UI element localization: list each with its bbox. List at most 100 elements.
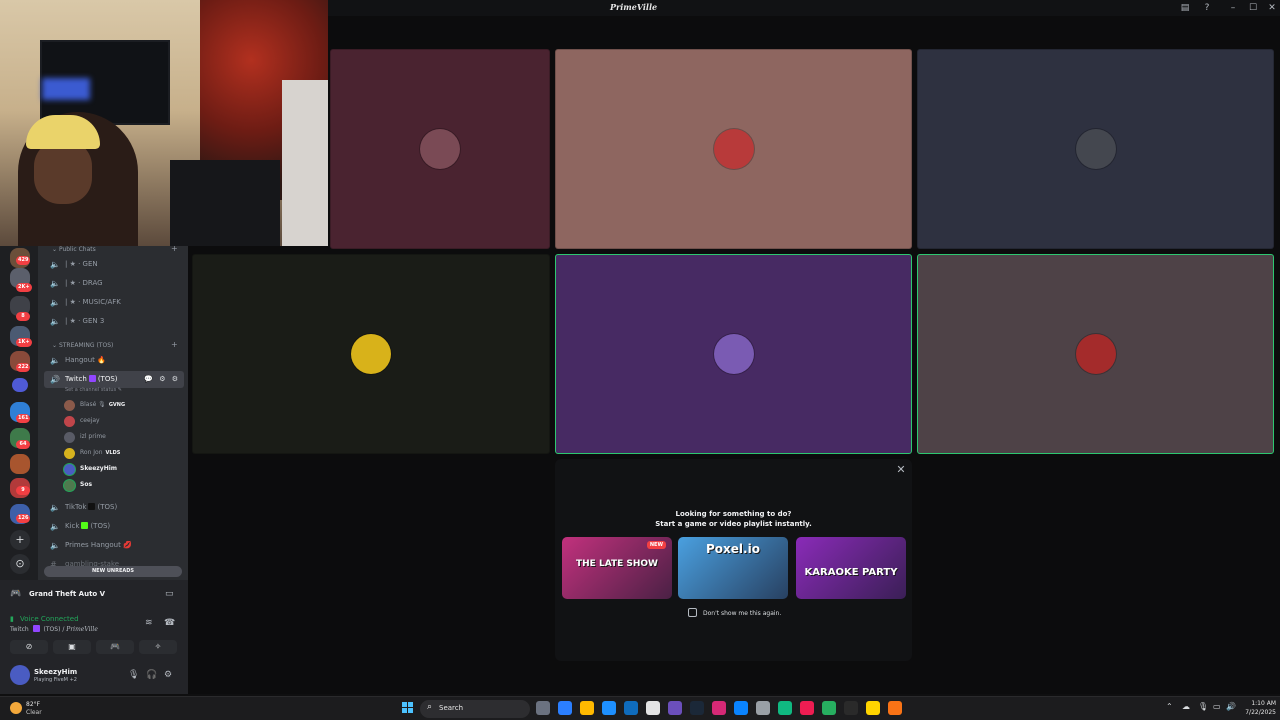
unread-badge: 222 [16, 363, 31, 372]
avatar [64, 464, 75, 475]
taskbar-app-icon[interactable] [888, 701, 902, 715]
taskbar-app-icon[interactable] [866, 701, 880, 715]
channel-status[interactable]: Set a channel status ✎ [65, 387, 122, 393]
desk [170, 160, 280, 246]
volume-icon[interactable]: 🔊 [1226, 702, 1236, 711]
game-overlay-icon[interactable]: ▭ [165, 589, 174, 599]
taskbar-app-icon[interactable] [800, 701, 814, 715]
weather-icon [10, 702, 22, 714]
add-server-icon[interactable]: + [10, 530, 30, 550]
channel-hangout[interactable]: 🔈 Hangout 🔥 [44, 352, 184, 369]
checkbox[interactable] [688, 608, 697, 617]
taskbar-search[interactable]: ⌕ Search [420, 700, 530, 718]
activity-card-late-show[interactable]: THE LATE SHOW NEW [562, 537, 672, 599]
taskbar-app-icon[interactable] [580, 701, 594, 715]
screen-share-button[interactable]: ▣ [53, 640, 91, 654]
avatar [64, 448, 75, 459]
taskbar-app-icon[interactable] [690, 701, 704, 715]
chair [282, 80, 328, 246]
channel-primes-hangout[interactable]: 🔈 Primes Hangout 💋 [44, 537, 184, 554]
taskbar-app-icon[interactable] [668, 701, 682, 715]
noise-suppression-icon[interactable]: ≋ [145, 618, 153, 628]
category-public-chats[interactable]: ⌄ Public Chats [52, 246, 96, 253]
voice-member[interactable]: Blasé 🎙 GVNG [64, 398, 125, 412]
taskbar-app-icon[interactable] [822, 701, 836, 715]
taskbar-app-icon[interactable] [602, 701, 616, 715]
taskbar-app-icon[interactable] [734, 701, 748, 715]
taskbar-app-icon[interactable] [646, 701, 660, 715]
activity-card-poxel[interactable]: Poxel.io [678, 537, 788, 599]
popup-subheading: Start a game or video playlist instantly… [655, 520, 812, 528]
taskbar-app-icon[interactable] [558, 701, 572, 715]
system-clock[interactable]: 1:10 AM 7/22/2025 [1240, 699, 1276, 717]
channel-gen[interactable]: 🔈 | ★ · GEN [44, 256, 184, 273]
channel-music-afk[interactable]: 🔈 | ★ · MUSIC/AFK [44, 294, 184, 311]
member-name: SkeezyHim [80, 465, 118, 472]
taskbar-app-icon[interactable] [844, 701, 858, 715]
minimize-button[interactable]: – [1227, 2, 1239, 14]
voice-member[interactable]: Sos [64, 478, 92, 492]
speaker-icon: 🔈 [50, 522, 60, 531]
taskbar-app-icon[interactable] [756, 701, 770, 715]
add-channel-icon[interactable]: + [171, 246, 178, 253]
twitch-swatch [88, 375, 96, 382]
voice-channel-path[interactable]: Twitch (TOS) / PrimeVille [10, 625, 98, 633]
channel-drag[interactable]: 🔈 | ★ · DRAG [44, 275, 184, 292]
channel-gen-3[interactable]: 🔈 | ★ · GEN 3 [44, 313, 184, 330]
channel-twitch-active[interactable]: 🔊 Twitch (TOS) 💬 ⚙ ⚙ [44, 371, 184, 388]
participant-tile[interactable] [330, 49, 550, 249]
channel-label: Hangout 🔥 [65, 356, 106, 364]
tray-overflow-icon[interactable]: ⌃ [1166, 702, 1173, 711]
channel-kick[interactable]: 🔈 Kick (TOS) [44, 518, 184, 535]
close-window-button[interactable]: ✕ [1266, 2, 1278, 14]
speaker-icon: 🔈 [50, 317, 60, 326]
taskbar-app-icon[interactable] [536, 701, 550, 715]
headphones-icon[interactable]: 🎧 [146, 670, 157, 680]
unread-badge: 8 [16, 312, 30, 321]
settings-gear-icon[interactable]: ⚙ [164, 670, 172, 680]
channel-suffix: (TOS) [97, 375, 118, 383]
server-icon[interactable] [10, 454, 30, 474]
maximize-button[interactable]: ☐ [1247, 2, 1259, 14]
folder-icon[interactable] [12, 378, 28, 392]
taskbar-app-icon[interactable] [712, 701, 726, 715]
channel-label: | ★ · GEN [65, 260, 98, 268]
soundboard-button[interactable]: ✧ [139, 640, 177, 654]
dont-show-again-checkbox[interactable]: Don't show me this again. [688, 608, 781, 617]
participant-tile[interactable] [917, 254, 1274, 454]
taskbar-app-icon[interactable] [624, 701, 638, 715]
voice-member[interactable]: ceejay [64, 414, 100, 428]
network-icon[interactable]: ▭ [1213, 702, 1221, 711]
channel-tiktok[interactable]: 🔈 TikTok (TOS) [44, 499, 184, 516]
activity-suggestion-popup: ✕ Looking for something to do? Start a g… [555, 459, 912, 661]
activity-card-karaoke[interactable]: KARAOKE PARTY [796, 537, 906, 599]
activity-button[interactable]: 🎮 [96, 640, 134, 654]
voice-connected-label[interactable]: Voice Connected [20, 615, 79, 623]
participant-avatar [420, 129, 460, 169]
username[interactable]: SkeezyHim [34, 668, 77, 676]
user-avatar[interactable] [10, 665, 30, 685]
disconnect-icon[interactable]: ☎ [164, 618, 175, 628]
member-tag: GVNG [108, 402, 126, 408]
tray-mic-icon[interactable]: 🎙 [1198, 702, 1208, 711]
camera-toggle-button[interactable]: ⊘ [10, 640, 48, 654]
help-icon[interactable]: ? [1201, 2, 1213, 14]
participant-tile[interactable] [192, 254, 550, 454]
new-unreads-button[interactable]: NEW UNREADS [44, 566, 182, 577]
add-channel-icon[interactable]: + [171, 340, 178, 349]
voice-member[interactable]: izl prime [64, 430, 106, 444]
participant-tile[interactable] [917, 49, 1274, 249]
tray-app-icon[interactable]: ☁ [1182, 702, 1190, 711]
close-popup-button[interactable]: ✕ [894, 463, 908, 477]
mic-icon[interactable]: 🎙 [128, 670, 139, 680]
taskbar-app-icon[interactable] [778, 701, 792, 715]
inbox-icon[interactable]: ▤ [1179, 2, 1191, 14]
voice-member[interactable]: Ron Jon VLDS [64, 446, 120, 460]
category-streaming[interactable]: ⌄ STREAMING (TOS) [52, 342, 113, 349]
participant-tile[interactable] [555, 49, 912, 249]
voice-member[interactable]: SkeezyHim [64, 462, 117, 476]
participant-tile[interactable] [555, 254, 912, 454]
start-button[interactable] [402, 702, 414, 714]
discover-icon[interactable]: ⊙ [10, 554, 30, 574]
channel-tools[interactable]: 💬 ⚙ ⚙ [144, 371, 180, 388]
